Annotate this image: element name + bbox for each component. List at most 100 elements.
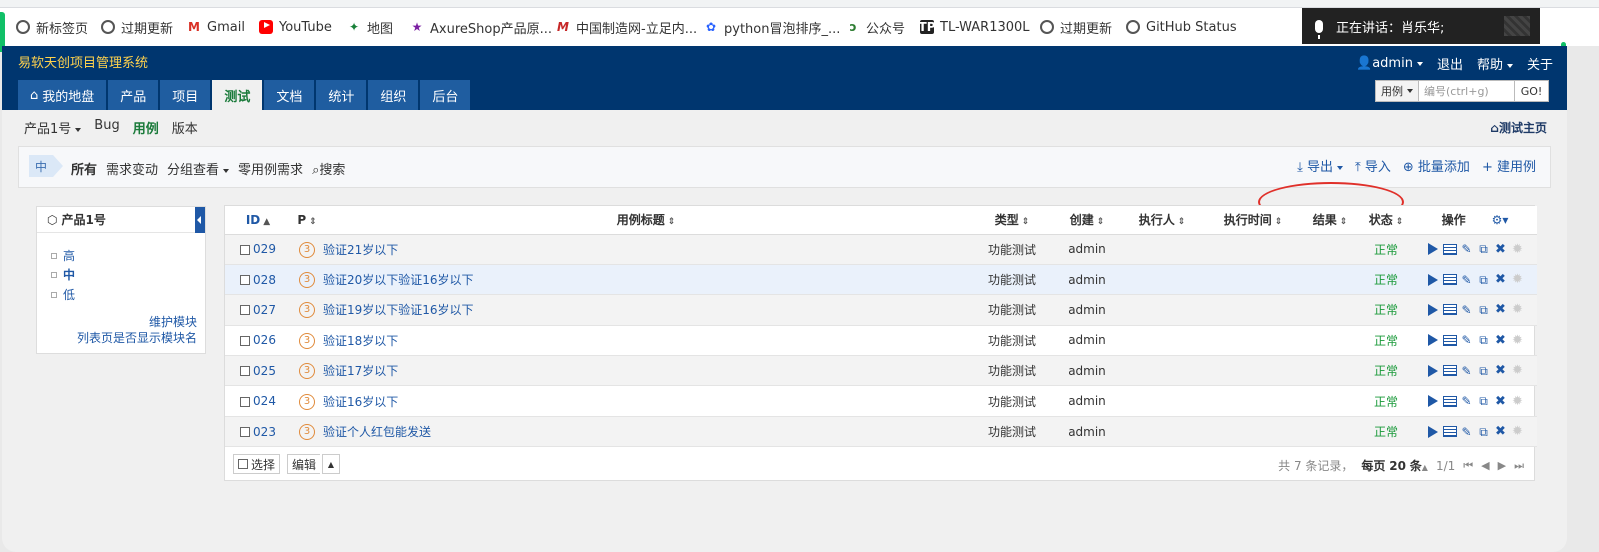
bookmark-wechat-public[interactable]: ↄ 公众号 <box>846 18 905 37</box>
case-id-link[interactable]: 027 <box>253 303 276 317</box>
bookmark-expired-update-2[interactable]: 过期更新 <box>1040 18 1112 37</box>
prev-page-icon[interactable]: ◀ <box>1481 459 1489 472</box>
case-id-link[interactable]: 023 <box>253 425 276 439</box>
row-checkbox[interactable] <box>240 275 251 286</box>
logout-link[interactable]: 退出 <box>1437 54 1463 73</box>
run-case-icon[interactable] <box>1426 425 1440 439</box>
row-checkbox[interactable] <box>240 396 251 407</box>
results-icon[interactable] <box>1442 334 1457 346</box>
test-home-link[interactable]: ⌂测试主页 <box>1490 119 1547 136</box>
last-page-icon[interactable]: ⏭ <box>1514 459 1524 473</box>
nav-tab-doc[interactable]: 文档 <box>264 80 315 110</box>
delete-icon[interactable]: ✖ <box>1494 333 1508 347</box>
column-settings-icon[interactable]: ⚙▾ <box>1492 213 1509 227</box>
case-title-link[interactable]: 验证20岁以下验证16岁以下 <box>323 273 474 287</box>
results-icon[interactable] <box>1442 365 1457 377</box>
results-icon[interactable] <box>1442 243 1457 255</box>
copy-icon[interactable]: ⧉ <box>1477 273 1491 287</box>
case-id-link[interactable]: 028 <box>253 273 276 287</box>
table-row[interactable]: 029 3 验证21岁以下 功能测试 admin 正常 ✎ ⧉ ✖ ✹ <box>225 234 1537 265</box>
nav-tab-project[interactable]: 项目 <box>160 80 211 110</box>
delete-icon[interactable]: ✖ <box>1494 303 1508 317</box>
export-button[interactable]: ⤓ 导出 <box>1297 156 1343 175</box>
batch-edit-button[interactable]: 编辑 <box>287 454 321 474</box>
row-checkbox[interactable] <box>240 244 251 255</box>
create-bug-icon[interactable]: ✹ <box>1511 364 1525 378</box>
sidebar-collapse-toggle[interactable] <box>195 207 205 233</box>
create-bug-icon[interactable]: ✹ <box>1511 242 1525 256</box>
col-type[interactable]: 类型 ⇕ <box>969 206 1055 235</box>
copy-icon[interactable]: ⧉ <box>1477 364 1491 378</box>
filter-group-view[interactable]: 分组查看 <box>167 159 230 178</box>
table-row[interactable]: 023 3 验证个人红包能发送 功能测试 admin 正常 ✎ ⧉ ✖ ✹ <box>225 416 1537 448</box>
nav-tab-report[interactable]: 统计 <box>316 80 367 110</box>
filter-story-changed[interactable]: 需求变动 <box>106 159 158 178</box>
run-case-icon[interactable] <box>1426 364 1440 378</box>
edit-pencil-icon[interactable]: ✎ <box>1460 364 1474 378</box>
user-dropdown[interactable]: 👤admin <box>1356 56 1423 71</box>
module-item-low[interactable]: 低 <box>51 286 75 303</box>
col-executor[interactable]: 执行人 ⇕ <box>1119 206 1205 235</box>
edit-pencil-icon[interactable]: ✎ <box>1460 273 1474 287</box>
run-case-icon[interactable] <box>1426 242 1440 256</box>
subnav-bug[interactable]: Bug <box>94 118 119 137</box>
edit-pencil-icon[interactable]: ✎ <box>1460 303 1474 317</box>
nav-tab-product[interactable]: 产品 <box>108 80 159 110</box>
create-bug-icon[interactable]: ✹ <box>1511 303 1525 317</box>
run-case-icon[interactable] <box>1426 303 1440 317</box>
table-row[interactable]: 025 3 验证17岁以下 功能测试 admin 正常 ✎ ⧉ ✖ ✹ <box>225 355 1537 387</box>
col-title[interactable]: 用例标题 ⇕ <box>323 206 969 235</box>
results-icon[interactable] <box>1442 395 1457 407</box>
results-icon[interactable] <box>1442 274 1457 286</box>
case-title-link[interactable]: 验证18岁以下 <box>323 334 398 348</box>
table-row[interactable]: 027 3 验证19岁以下验证16岁以下 功能测试 admin 正常 ✎ ⧉ ✖… <box>225 294 1537 326</box>
table-row[interactable]: 028 3 验证20岁以下验证16岁以下 功能测试 admin 正常 ✎ ⧉ ✖… <box>225 264 1537 296</box>
copy-icon[interactable]: ⧉ <box>1477 242 1491 256</box>
select-all-checkbox[interactable]: 选择 <box>233 454 281 474</box>
case-title-link[interactable]: 验证19岁以下验证16岁以下 <box>323 303 474 317</box>
case-id-link[interactable]: 024 <box>253 394 276 408</box>
bookmark-python-bubble-sort[interactable]: ✿ python冒泡排序_... <box>704 18 840 37</box>
row-checkbox[interactable] <box>240 305 251 316</box>
run-case-icon[interactable] <box>1426 333 1440 347</box>
create-bug-icon[interactable]: ✹ <box>1511 273 1525 287</box>
row-checkbox[interactable] <box>240 335 251 346</box>
col-creator[interactable]: 创建 ⇕ <box>1055 206 1119 235</box>
batch-edit-more-button[interactable]: ▲ <box>322 454 340 474</box>
delete-icon[interactable]: ✖ <box>1494 242 1508 256</box>
batch-add-button[interactable]: ⊕ 批量添加 <box>1403 156 1470 175</box>
subnav-testcase[interactable]: 用例 <box>133 118 159 137</box>
copy-icon[interactable]: ⧉ <box>1477 333 1491 347</box>
import-button[interactable]: ⤒ 导入 <box>1355 156 1391 175</box>
module-item-medium[interactable]: 中 <box>51 266 75 283</box>
case-id-link[interactable]: 025 <box>253 364 276 378</box>
bookmark-new-tab[interactable]: 新标签页 <box>16 18 88 37</box>
col-exec-time[interactable]: 执行时间 ⇕ <box>1205 206 1301 235</box>
bookmark-tl-war1300l[interactable]: TP TL-WAR1300L <box>919 18 1030 36</box>
product-switcher[interactable]: 产品1号 <box>24 118 82 137</box>
module-item-high[interactable]: 高 <box>51 247 75 264</box>
bookmark-maps[interactable]: ✦ 地图 <box>347 18 393 37</box>
bookmark-axureshop[interactable]: ★ AxureShop产品原... <box>410 18 552 37</box>
results-icon[interactable] <box>1442 304 1457 316</box>
run-case-icon[interactable] <box>1426 394 1440 408</box>
delete-icon[interactable]: ✖ <box>1494 364 1508 378</box>
create-case-button[interactable]: + 建用例 <box>1482 156 1536 175</box>
edit-pencil-icon[interactable]: ✎ <box>1460 425 1474 439</box>
nav-tab-company[interactable]: 组织 <box>368 80 419 110</box>
delete-icon[interactable]: ✖ <box>1494 425 1508 439</box>
table-row[interactable]: 024 3 验证16岁以下 功能测试 admin 正常 ✎ ⧉ ✖ ✹ <box>225 385 1537 417</box>
show-module-name-toggle[interactable]: 列表页是否显示模块名 <box>77 329 197 346</box>
table-row[interactable]: 026 3 验证18岁以下 功能测试 admin 正常 ✎ ⧉ ✖ ✹ <box>225 325 1537 357</box>
delete-icon[interactable]: ✖ <box>1494 394 1508 408</box>
results-icon[interactable] <box>1442 426 1457 438</box>
quick-jump-go-button[interactable]: GO! <box>1515 80 1549 102</box>
filter-zero-case-story[interactable]: 零用例需求 <box>238 159 303 178</box>
first-page-icon[interactable]: ⏮ <box>1463 459 1473 473</box>
create-bug-icon[interactable]: ✹ <box>1511 394 1525 408</box>
about-link[interactable]: 关于 <box>1527 54 1553 73</box>
delete-icon[interactable]: ✖ <box>1494 273 1508 287</box>
create-bug-icon[interactable]: ✹ <box>1511 425 1525 439</box>
case-title-link[interactable]: 验证21岁以下 <box>323 243 398 257</box>
run-case-icon[interactable] <box>1426 273 1440 287</box>
